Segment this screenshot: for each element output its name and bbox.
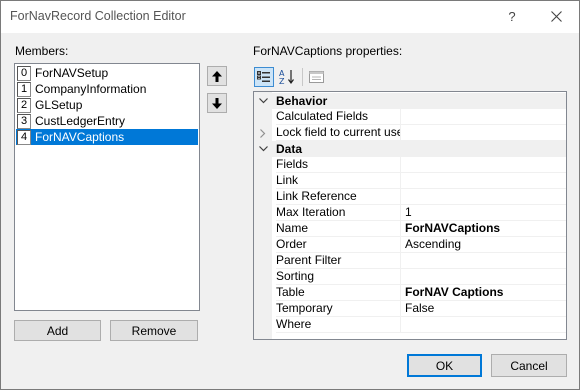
- members-list[interactable]: 0 ForNAVSetup 1 CompanyInformation 2 GLS…: [14, 63, 200, 311]
- property-name: Name: [276, 221, 400, 237]
- member-name: ForNAVSetup: [35, 66, 109, 80]
- property-value[interactable]: Ascending: [400, 237, 566, 253]
- categorized-icon: [257, 71, 270, 82]
- collapse-icon[interactable]: [257, 93, 269, 109]
- property-name: Calculated Fields: [276, 109, 400, 125]
- property-grid[interactable]: Behavior Calculated Fields Lock field to…: [253, 91, 567, 340]
- remove-button[interactable]: Remove: [110, 320, 198, 341]
- property-row[interactable]: Name ForNAVCaptions: [254, 221, 566, 237]
- category-label: Data: [276, 142, 303, 156]
- property-name: Sorting: [276, 269, 400, 285]
- property-value[interactable]: [400, 253, 566, 269]
- property-row[interactable]: Lock field to current user cu: [254, 125, 566, 141]
- property-name: Link: [276, 173, 400, 189]
- members-label: Members:: [15, 44, 69, 58]
- help-icon: ?: [508, 9, 516, 24]
- arrow-down-icon: [212, 97, 222, 109]
- arrow-up-icon: [212, 70, 222, 82]
- property-value[interactable]: [400, 189, 566, 205]
- list-item-selected[interactable]: 4 ForNAVCaptions: [16, 129, 198, 145]
- close-icon: [550, 11, 562, 22]
- property-name: Order: [276, 237, 400, 253]
- property-name: Parent Filter: [276, 253, 400, 269]
- property-row[interactable]: Fields: [254, 157, 566, 173]
- property-pages-icon: [308, 71, 324, 83]
- move-up-button[interactable]: [207, 66, 227, 86]
- list-item[interactable]: 3 CustLedgerEntry: [16, 113, 198, 129]
- member-name: GLSetup: [35, 98, 83, 112]
- property-row[interactable]: Sorting: [254, 269, 566, 285]
- member-index: 3: [17, 113, 31, 129]
- property-row[interactable]: Calculated Fields: [254, 109, 566, 125]
- svg-text:Z: Z: [279, 77, 285, 85]
- ok-button[interactable]: OK: [407, 354, 482, 377]
- categorized-button[interactable]: [254, 67, 274, 87]
- toolbar-separator: [302, 68, 303, 86]
- list-item[interactable]: 1 CompanyInformation: [16, 81, 198, 97]
- member-index: 0: [17, 65, 31, 81]
- list-item[interactable]: 0 ForNAVSetup: [16, 65, 198, 81]
- property-value[interactable]: [400, 157, 566, 173]
- property-name: Link Reference: [276, 189, 400, 205]
- sort-alphabetical-icon: A Z: [279, 69, 294, 85]
- help-button[interactable]: ?: [489, 1, 535, 32]
- property-name: Where: [276, 317, 400, 333]
- property-row[interactable]: Parent Filter: [254, 253, 566, 269]
- expand-icon[interactable]: [257, 125, 269, 141]
- property-row[interactable]: Link Reference: [254, 189, 566, 205]
- member-index: 1: [17, 81, 31, 97]
- collapse-icon[interactable]: [257, 141, 269, 157]
- property-row[interactable]: Order Ascending: [254, 237, 566, 253]
- property-value[interactable]: 1: [400, 205, 566, 221]
- property-value[interactable]: [400, 269, 566, 285]
- properties-label: ForNAVCaptions properties:: [253, 44, 403, 58]
- property-row[interactable]: Max Iteration 1: [254, 205, 566, 221]
- property-value[interactable]: ForNAVCaptions: [400, 221, 566, 237]
- member-name: CompanyInformation: [35, 82, 147, 96]
- member-index: 2: [17, 97, 31, 113]
- property-row[interactable]: Link: [254, 173, 566, 189]
- category-label: Behavior: [276, 94, 328, 108]
- add-button[interactable]: Add: [14, 320, 101, 341]
- property-value[interactable]: [400, 109, 566, 125]
- property-value[interactable]: ForNAV Captions: [400, 285, 566, 301]
- collection-editor-dialog: ForNavRecord Collection Editor ? Members…: [0, 0, 580, 390]
- property-name: Lock field to current user cu: [276, 125, 400, 141]
- property-name: Fields: [276, 157, 400, 173]
- property-name: Max Iteration: [276, 205, 400, 221]
- property-row[interactable]: Where: [254, 317, 566, 333]
- property-value[interactable]: [400, 125, 566, 141]
- member-name: CustLedgerEntry: [35, 114, 126, 128]
- title-bar: ForNavRecord Collection Editor ?: [1, 1, 579, 33]
- category-behavior[interactable]: Behavior: [254, 93, 566, 109]
- member-index: 4: [17, 129, 31, 145]
- category-data[interactable]: Data: [254, 141, 566, 157]
- list-item[interactable]: 2 GLSetup: [16, 97, 198, 113]
- property-row[interactable]: Temporary False: [254, 301, 566, 317]
- close-button[interactable]: [533, 1, 579, 32]
- property-value[interactable]: False: [400, 301, 566, 317]
- property-name: Temporary: [276, 301, 400, 317]
- window-title: ForNavRecord Collection Editor: [10, 9, 186, 23]
- property-row[interactable]: Table ForNAV Captions: [254, 285, 566, 301]
- move-down-button[interactable]: [207, 93, 227, 113]
- member-name: ForNAVCaptions: [35, 130, 125, 144]
- property-value[interactable]: [400, 317, 566, 333]
- property-name: Table: [276, 285, 400, 301]
- property-pages-button[interactable]: [306, 67, 326, 87]
- alphabetical-button[interactable]: A Z: [277, 67, 297, 87]
- property-value[interactable]: [400, 173, 566, 189]
- cancel-button[interactable]: Cancel: [491, 354, 567, 377]
